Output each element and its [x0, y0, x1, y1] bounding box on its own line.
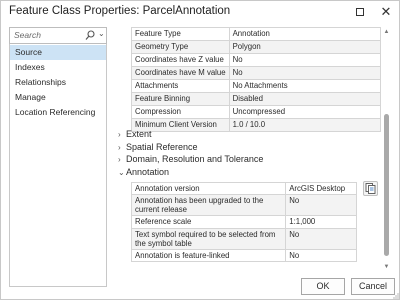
table-row: Attachments No Attachments	[131, 79, 382, 93]
table-row: Feature Binning Disabled	[131, 92, 382, 106]
table-row: Feature Type Annotation	[131, 27, 382, 41]
copy-icon	[365, 183, 376, 194]
section-spatial-reference[interactable]: › Spatial Reference	[118, 142, 198, 152]
dialog-window: Feature Class Properties: ParcelAnnotati…	[0, 0, 400, 300]
chevron-right-icon: ›	[118, 155, 121, 164]
section-label: Annotation	[126, 167, 170, 177]
section-domain-resolution-tolerance[interactable]: › Domain, Resolution and Tolerance	[118, 154, 263, 164]
property-name: Compression	[131, 105, 230, 119]
table-row: Coordinates have Z value No	[131, 53, 382, 67]
property-name: Annotation is feature-linked	[130, 248, 287, 263]
chevron-right-icon: ›	[118, 143, 121, 152]
property-name: Attachments	[131, 79, 230, 93]
close-icon[interactable]: ✕	[375, 3, 397, 21]
property-name: Reference scale	[130, 215, 287, 229]
search-icon[interactable]	[85, 30, 95, 41]
sidebar-item-source[interactable]: Source	[10, 45, 106, 60]
section-label: Domain, Resolution and Tolerance	[126, 154, 264, 164]
property-value: No	[228, 66, 382, 80]
property-name: Coordinates have M value	[131, 66, 230, 80]
resize-grip-icon[interactable]	[392, 292, 399, 299]
copy-button[interactable]	[363, 181, 378, 196]
table-row: Coordinates have M value No	[131, 66, 382, 80]
property-value: 1:1,000	[285, 215, 357, 229]
sidebar-item-manage[interactable]: Manage	[10, 90, 106, 105]
chevron-down-icon[interactable]: ⌄	[98, 29, 105, 38]
chevron-down-icon: ⌄	[118, 168, 125, 177]
chevron-right-icon: ›	[118, 130, 121, 139]
table-row: Minimum Client Version 1.0 / 10.0	[131, 118, 382, 132]
table-row: Compression Uncompressed	[131, 105, 382, 119]
sidebar-item-location-referencing[interactable]: Location Referencing	[10, 105, 106, 120]
property-value: Disabled	[228, 92, 382, 106]
property-name: Annotation version	[130, 181, 287, 196]
property-name: Geometry Type	[131, 40, 230, 54]
table-row: Annotation has been upgraded to the curr…	[130, 194, 357, 217]
property-value: Uncompressed	[228, 105, 382, 119]
window-title: Feature Class Properties: ParcelAnnotati…	[9, 5, 231, 17]
title-bar: Feature Class Properties: ParcelAnnotati…	[1, 1, 399, 23]
property-name: Feature Type	[131, 27, 230, 41]
scroll-up-arrow[interactable]: ▲	[382, 28, 391, 36]
sidebar-nav: Source Indexes Relationships Manage Loca…	[9, 44, 107, 287]
property-value: ArcGIS Desktop	[285, 181, 357, 196]
scroll-down-arrow[interactable]: ▼	[382, 263, 391, 271]
property-value: No	[285, 194, 357, 217]
table-row: Annotation is feature-linked No	[130, 248, 357, 263]
section-annotation[interactable]: ⌄Annotation	[118, 167, 169, 177]
property-value: No	[285, 248, 357, 263]
property-name: Annotation has been upgraded to the curr…	[130, 194, 287, 217]
section-label: Extent	[126, 129, 152, 139]
property-value: No	[285, 227, 357, 250]
property-value: 1.0 / 10.0	[228, 118, 382, 132]
scrollbar-thumb[interactable]	[384, 114, 389, 256]
property-value: Annotation	[228, 27, 382, 41]
property-name: Coordinates have Z value	[131, 53, 230, 67]
source-properties-table: Feature Type Annotation Geometry Type Polyg…	[131, 27, 382, 132]
annotation-properties-table: Annotation version ArcGIS Desktop Annotati…	[130, 181, 357, 263]
table-row: Annotation version ArcGIS Desktop	[130, 181, 357, 196]
property-name: Feature Binning	[131, 92, 230, 106]
table-row: Geometry Type Polygon	[131, 40, 382, 54]
section-label: Spatial Reference	[126, 142, 198, 152]
section-extent[interactable]: › Extent	[118, 129, 152, 139]
sidebar-item-indexes[interactable]: Indexes	[10, 60, 106, 75]
sidebar-item-relationships[interactable]: Relationships	[10, 75, 106, 90]
property-value: Polygon	[228, 40, 382, 54]
maximize-icon[interactable]	[349, 3, 371, 21]
table-row: Text symbol required to be selected from…	[130, 227, 357, 250]
cancel-button[interactable]: Cancel	[351, 278, 395, 295]
property-value: No Attachments	[228, 79, 382, 93]
property-name: Text symbol required to be selected from…	[130, 227, 287, 250]
table-row: Reference scale 1:1,000	[130, 215, 357, 229]
ok-button[interactable]: OK	[301, 278, 345, 295]
search-placeholder: Search	[14, 30, 41, 40]
search-input[interactable]: Search ⌄	[9, 27, 107, 44]
property-value: No	[228, 53, 382, 67]
